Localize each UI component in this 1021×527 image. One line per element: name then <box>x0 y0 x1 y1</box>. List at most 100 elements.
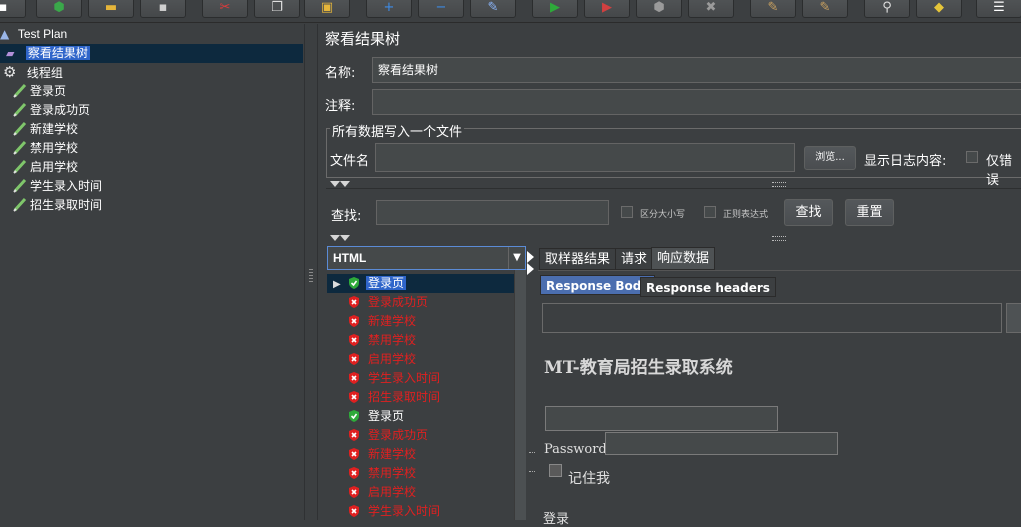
function-helper-button[interactable]: ☰ <box>976 0 1021 18</box>
divider-grip-icon[interactable] <box>772 236 786 241</box>
error-shield-icon <box>349 391 359 403</box>
collapse-up-icon[interactable] <box>330 235 340 241</box>
search-label: 查找: <box>331 209 362 224</box>
tree-item-sampler[interactable]: 启用学校 <box>12 158 80 177</box>
result-row[interactable]: 登录成功页 <box>327 426 514 445</box>
toggle-icon: ✎ <box>487 0 499 15</box>
result-label: 登录成功页 <box>368 295 429 309</box>
response-toolbar-field[interactable] <box>542 303 1002 333</box>
password-input[interactable] <box>605 432 838 455</box>
divider-grip-icon[interactable] <box>772 182 786 187</box>
collapse-down-icon[interactable] <box>340 181 350 187</box>
result-row[interactable]: ▶ 登录页 <box>327 274 514 293</box>
case-sensitive-checkbox[interactable] <box>621 206 633 218</box>
regex-checkbox[interactable] <box>704 206 716 218</box>
clear-button[interactable]: ✎ <box>750 0 796 18</box>
tree-item-view-results-tree[interactable]: ▰ 察看结果树 <box>0 44 303 63</box>
paste-button[interactable]: ▣ <box>304 0 350 18</box>
result-label: 登录成功页 <box>368 428 429 442</box>
tree-item-sampler[interactable]: 登录页 <box>12 82 68 101</box>
tree-item-label: 登录成功页 <box>30 103 91 117</box>
tab-response-headers[interactable]: Response headers <box>640 277 776 297</box>
gear-icon: ⚙ <box>3 63 17 81</box>
tab-request[interactable]: 请求 <box>615 248 654 270</box>
tree-item-test-plan[interactable]: ▲ Test Plan <box>0 25 69 44</box>
tree-item-sampler[interactable]: 禁用学校 <box>12 139 80 158</box>
open-button[interactable]: ▬ <box>88 0 134 18</box>
name-field[interactable]: 察看结果树 <box>372 57 1021 83</box>
tree-item-sampler[interactable]: 登录成功页 <box>12 101 92 120</box>
templates-button[interactable]: ⬢ <box>36 0 82 18</box>
result-row[interactable]: 禁用学校 <box>327 464 514 483</box>
toolbar: ▪ ⬢ ▬ ▪ ✂ ❐ ▣ + − ✎ ▶ ▶ ⬢ ✖ ✎ ✎ ⚲ ◆ ☰ <box>0 0 1021 23</box>
expand-right-icon[interactable] <box>527 263 534 275</box>
search-input[interactable] <box>376 200 609 225</box>
test-plan-icon: ▲ <box>0 27 10 41</box>
result-row[interactable]: 新建学校 <box>327 445 514 464</box>
tree-item-label: 登录页 <box>30 84 67 98</box>
results-list-scrollbar[interactable] <box>514 270 526 520</box>
result-row[interactable]: 禁用学校 <box>327 331 514 350</box>
result-label: 登录页 <box>368 409 405 423</box>
collapse-up-icon[interactable] <box>330 181 340 187</box>
http-sampler-icon <box>13 159 27 174</box>
splitter[interactable] <box>304 24 318 520</box>
start-button[interactable]: ▶ <box>532 0 578 18</box>
errors-only-checkbox[interactable] <box>966 151 978 163</box>
result-row[interactable]: 登录页 <box>327 407 514 426</box>
function-helper-icon: ☰ <box>993 0 1005 15</box>
tab-response-data[interactable]: 响应数据 <box>651 247 716 270</box>
tree-item-thread-group[interactable]: ⚙ 线程组 <box>0 63 65 82</box>
expand-button[interactable]: + <box>366 0 412 18</box>
split-grip-icon[interactable] <box>529 452 535 472</box>
username-input[interactable] <box>545 406 778 431</box>
collapse-right-icon[interactable] <box>527 251 534 263</box>
reset-search-button[interactable]: ◆ <box>916 0 962 18</box>
copy-button[interactable]: ❐ <box>254 0 300 18</box>
result-row[interactable]: 新建学校 <box>327 312 514 331</box>
tree-item-sampler[interactable]: 新建学校 <box>12 120 80 139</box>
renderer-select[interactable]: HTML ▼ <box>327 246 526 270</box>
new-button[interactable]: ▪ <box>0 0 26 18</box>
tree-item-label: 禁用学校 <box>30 141 79 155</box>
cut-icon: ✂ <box>219 0 231 15</box>
error-shield-icon <box>349 467 359 479</box>
comment-field[interactable] <box>372 89 1021 115</box>
search-button[interactable]: ⚲ <box>864 0 910 18</box>
browse-button[interactable]: 浏览... <box>804 146 856 170</box>
result-row[interactable]: 学生录入时间 <box>327 502 514 521</box>
paste-icon: ▣ <box>320 0 334 15</box>
tree-item-sampler[interactable]: 招生录取时间 <box>12 196 104 215</box>
shutdown-button[interactable]: ✖ <box>688 0 734 18</box>
clear-all-button[interactable]: ✎ <box>802 0 848 18</box>
find-button[interactable]: 查找 <box>784 199 833 226</box>
tree-item-label: 线程组 <box>26 66 63 80</box>
tab-response-body[interactable]: Response Body <box>540 275 656 295</box>
remember-me-checkbox[interactable] <box>549 464 562 477</box>
success-shield-icon <box>349 410 359 422</box>
login-link[interactable]: 登录 <box>543 508 569 527</box>
cut-button[interactable]: ✂ <box>202 0 248 18</box>
result-label: 新建学校 <box>368 314 417 328</box>
toggle-button[interactable]: ✎ <box>470 0 516 18</box>
stop-button[interactable]: ⬢ <box>636 0 682 18</box>
result-row[interactable]: 启用学校 <box>327 350 514 369</box>
response-toolbar-button[interactable] <box>1006 303 1021 333</box>
tree-item-sampler[interactable]: 学生录入时间 <box>12 177 104 196</box>
result-row[interactable]: 招生录取时间 <box>327 388 514 407</box>
start-no-pause-button[interactable]: ▶ <box>584 0 630 18</box>
result-label: 登录页 <box>366 276 407 290</box>
save-icon: ▪ <box>158 0 168 15</box>
collapse-down-icon[interactable] <box>340 235 350 241</box>
result-row[interactable]: 登录成功页 <box>327 293 514 312</box>
tree-item-label: 察看结果树 <box>25 46 90 60</box>
tab-sampler-result[interactable]: 取样器结果 <box>539 248 617 270</box>
stop-icon: ⬢ <box>653 0 665 15</box>
filename-field[interactable] <box>375 143 795 172</box>
result-row[interactable]: 启用学校 <box>327 483 514 502</box>
save-button[interactable]: ▪ <box>140 0 186 18</box>
reset-button[interactable]: 重置 <box>845 199 894 226</box>
result-row[interactable]: 学生录入时间 <box>327 369 514 388</box>
expand-arrow-icon[interactable]: ▶ <box>333 275 347 294</box>
collapse-button[interactable]: − <box>418 0 464 18</box>
